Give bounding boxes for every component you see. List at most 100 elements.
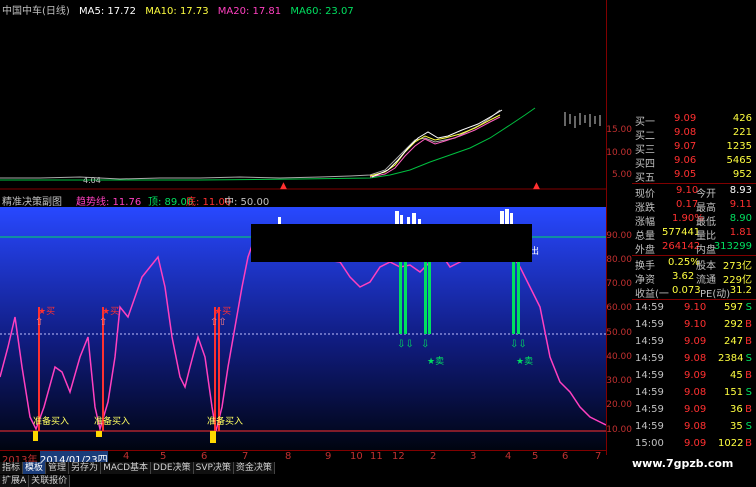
sub-axis-label: 80.00	[606, 255, 632, 265]
bid-row[interactable]: 买五 9.05 952	[632, 169, 756, 184]
svg-text:⇧: ⇧	[35, 317, 43, 328]
main-axis-label: 10.00	[606, 148, 632, 158]
date-label: 7	[242, 451, 249, 462]
tick-row: 14:59 9.10 292 B	[635, 319, 752, 330]
date-label: 8	[285, 451, 292, 462]
sub-axis-label: 30.00	[606, 376, 632, 386]
divider	[632, 183, 756, 184]
arrow-marker: ▲	[533, 181, 540, 190]
tab-indicator[interactable]: 指标	[0, 462, 24, 474]
sub-chart-header: 精准决策副图 趋势线: 11.76 顶: 89.00 底: 11.00 中: 5…	[0, 191, 606, 208]
stat-row: 收益(一 0.073 PE(动) 31.2	[635, 285, 752, 300]
arrow-marker: ▲	[280, 181, 287, 190]
date-label: 6	[201, 451, 208, 462]
tab-dde[interactable]: DDE决策	[151, 462, 194, 474]
trend-line-label: 趋势线: 11.76	[76, 197, 142, 208]
tab-svp[interactable]: SVP决策	[193, 462, 234, 474]
date-label: 5	[532, 451, 539, 462]
svg-text:⇩⇩: ⇩⇩	[397, 339, 414, 350]
sub-chart-title: 精准决策副图	[2, 197, 62, 208]
tab-manage[interactable]: 管理	[46, 462, 70, 474]
date-label: 3	[470, 451, 477, 462]
sell-label: ★卖	[427, 357, 445, 367]
main-axis-label: 15.00	[606, 125, 632, 135]
ma-line-green	[0, 107, 536, 181]
stat-row: 净资 3.62 流通 229亿	[635, 271, 752, 286]
ma10-label: MA10: 17.73	[145, 6, 209, 17]
date-label: 7	[595, 451, 602, 462]
tick-row: 14:59 9.09 247 B	[635, 336, 752, 347]
stat-row: 涨跌 0.17 最高 9.11	[635, 199, 752, 214]
date-label: 4	[505, 451, 512, 462]
svg-text:⇩⇩: ⇩⇩	[510, 339, 527, 350]
tab-save-as[interactable]: 另存为	[69, 462, 102, 474]
date-label: 12	[392, 451, 405, 462]
tick-row: 15:00 9.09 1022 B	[635, 438, 752, 449]
bid-row[interactable]: 买二 9.08 221	[632, 127, 756, 142]
ma5-label: MA5: 17.72	[79, 6, 137, 17]
watermark: www.7gpzb.com	[632, 457, 734, 470]
main-chart[interactable]: ▲ ▲ 中国中车(日线) MA5: 17.72 MA10: 17.73 MA20…	[0, 0, 606, 191]
stat-row: 现价 9.10 今开 8.93	[635, 185, 752, 200]
date-label: 4	[123, 451, 130, 462]
sub-axis-label: 90.00	[606, 231, 632, 241]
stat-row: 涨幅 1.90% 最低 8.90	[635, 213, 752, 228]
tab-related-quotes[interactable]: 关联报价	[29, 475, 71, 487]
date-label: 11	[370, 451, 383, 462]
tab-fund[interactable]: 资金决策	[233, 462, 275, 474]
sub-axis-label: 40.00	[606, 352, 632, 362]
tab-macd[interactable]: MACD基本	[101, 462, 152, 474]
tick-row: 14:59 9.08 2384 S	[635, 353, 752, 364]
date-label: 10	[350, 451, 363, 462]
price-line	[0, 109, 501, 180]
mid-label: 中: 50.00	[224, 197, 270, 208]
quote-panel: 买一 9.09 426 买二 9.08 221 买三 9.07 1235 买四 …	[632, 112, 756, 455]
recent-candles	[564, 112, 601, 128]
main-axis-label: 5.00	[611, 170, 632, 180]
redaction-box	[251, 224, 532, 262]
title-bar: 中国中车(日线) MA5: 17.72 MA10: 17.73 MA20: 17…	[2, 2, 360, 17]
sub-axis-label: 20.00	[606, 400, 632, 410]
sell-label: ★卖	[516, 357, 534, 367]
ma60-label: MA60: 23.07	[290, 6, 354, 17]
buy-label: ★买	[38, 307, 56, 317]
date-label: 6	[562, 451, 569, 462]
sub-axis-label: 70.00	[606, 279, 632, 289]
date-label: 9	[325, 451, 332, 462]
sub-axis-label: 10.00	[606, 425, 632, 435]
indicator-tabs: 指标 模板 管理 另存为 MACD基本 DDE决策 SVP决策 资金决策	[0, 462, 606, 475]
bid-row[interactable]: 买三 9.07 1235	[632, 141, 756, 156]
bid-row[interactable]: 买四 9.06 5465	[632, 155, 756, 170]
prepare-buy-label: 准备买入	[94, 417, 131, 427]
divider	[632, 255, 756, 256]
sub-axis-label: 60.00	[606, 303, 632, 313]
prepare-buy-label: 准备买入	[33, 417, 70, 427]
buy-label: ★买	[102, 307, 120, 317]
prepare-buy-label: 准备买入	[207, 417, 244, 427]
sub-axis-label: 50.00	[606, 328, 632, 338]
ma20-label: MA20: 17.81	[217, 6, 282, 17]
tick-row: 14:59 9.09 45 B	[635, 370, 752, 381]
svg-text:⇧: ⇧	[99, 317, 107, 328]
stat-row: 外盘 264142 内盘 313299	[635, 241, 752, 256]
tick-row: 14:59 9.08 151 S	[635, 387, 752, 398]
tab-extension-a[interactable]: 扩展A	[0, 475, 30, 487]
svg-text:⇩: ⇩	[421, 339, 429, 350]
date-label: 2	[430, 451, 437, 462]
buy-label: ★买	[214, 307, 232, 317]
stock-name: 中国中车(日线)	[2, 6, 70, 17]
stat-row: 换手 0.25% 股本 273亿	[635, 257, 752, 272]
main-chart-svg: ▲ ▲	[0, 107, 606, 191]
svg-text:⇧⇧: ⇧⇧	[210, 317, 227, 328]
low-price-label: 4.04	[83, 176, 101, 185]
tab-template[interactable]: 模板	[23, 462, 47, 474]
bid-row[interactable]: 买一 9.09 426	[632, 113, 756, 128]
divider	[632, 299, 756, 300]
bottom-tabs: 扩展A 关联报价	[0, 475, 606, 487]
tick-row: 14:59 9.08 35 S	[635, 421, 752, 432]
tick-row: 14:59 9.10 597 S	[635, 302, 752, 313]
price-axis: 15.00 10.00 5.00 90.00 80.00 70.00 60.00…	[606, 0, 633, 455]
tick-row: 14:59 9.09 36 B	[635, 404, 752, 415]
stat-row: 总量 577441 量比 1.81	[635, 227, 752, 242]
date-label: 5	[160, 451, 167, 462]
